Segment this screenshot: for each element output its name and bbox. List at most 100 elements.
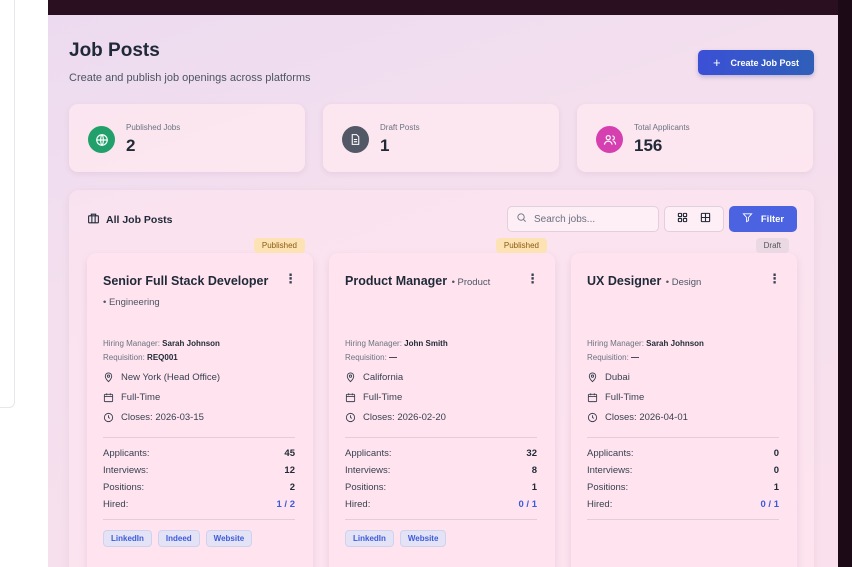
- applicants-row: Applicants: 45: [103, 448, 295, 459]
- stat-card-applicants: Total Applicants 156: [577, 104, 813, 172]
- job-card[interactable]: Published Senior Full Stack Developer • …: [87, 238, 313, 567]
- job-type: Full-Time: [103, 392, 160, 403]
- job-title: Product Manager • Product: [345, 271, 515, 293]
- platform-tag: Website: [205, 530, 253, 547]
- job-department: • Engineering: [103, 297, 160, 308]
- job-title-text: Senior Full Stack Developer: [103, 274, 269, 288]
- job-department: • Design: [665, 277, 702, 288]
- main-content: Job Posts Create and publish job opening…: [48, 0, 838, 567]
- positions-row: Positions: 1: [587, 482, 779, 493]
- stat-card-drafts: Draft Posts 1: [323, 104, 559, 172]
- platform-tag: LinkedIn: [103, 530, 152, 547]
- page-subtitle: Create and publish job openings across p…: [69, 72, 311, 84]
- stat-card-published: Published Jobs 2: [69, 104, 305, 172]
- window-edge: [838, 0, 852, 567]
- platform-tag: LinkedIn: [345, 530, 394, 547]
- platform-tag: Indeed: [157, 530, 200, 547]
- users-icon: [596, 126, 623, 153]
- calendar-icon: [103, 393, 114, 403]
- status-badge: Draft: [755, 238, 789, 253]
- hiring-manager: Hiring Manager: Sarah Johnson: [587, 339, 704, 348]
- job-title-text: UX Designer: [587, 274, 662, 288]
- globe-icon: [88, 126, 115, 153]
- list-title-text: All Job Posts: [106, 214, 173, 226]
- view-toggle: [664, 206, 724, 232]
- job-list-panel: All Job Posts Filter Published: [69, 190, 814, 567]
- job-title: Senior Full Stack Developer • Engineerin…: [103, 271, 273, 313]
- positions-row: Positions: 1: [345, 482, 537, 493]
- stat-label: Draft Posts: [380, 123, 420, 132]
- clock-icon: [587, 412, 598, 423]
- job-closing-date: Closes: 2026-04-01: [587, 412, 688, 423]
- job-card[interactable]: Draft UX Designer • Design ⋮ Hiring Mana…: [571, 238, 797, 567]
- clock-icon: [103, 412, 114, 423]
- list-title: All Job Posts: [87, 212, 173, 228]
- briefcase-icon: [87, 212, 100, 228]
- location-pin-icon: [104, 372, 113, 383]
- more-options-icon[interactable]: ⋮: [284, 271, 297, 287]
- stat-label: Published Jobs: [126, 123, 181, 132]
- hired-row: Hired: 1 / 2: [103, 499, 295, 510]
- side-panel: [0, 0, 15, 408]
- requisition: Requisition: REQ001: [103, 353, 178, 362]
- interviews-row: Interviews: 0: [587, 465, 779, 476]
- divider: [587, 519, 779, 520]
- location-pin-icon: [588, 372, 597, 383]
- divider: [103, 519, 295, 520]
- job-title: UX Designer • Design: [587, 271, 757, 293]
- job-department: • Product: [451, 277, 491, 288]
- applicants-row: Applicants: 32: [345, 448, 537, 459]
- plus-icon: +: [712, 55, 721, 70]
- job-closing-date: Closes: 2026-03-15: [103, 412, 204, 423]
- more-options-icon[interactable]: ⋮: [526, 271, 539, 287]
- divider: [345, 437, 537, 438]
- job-closing-date: Closes: 2026-02-20: [345, 412, 446, 423]
- document-icon: [342, 126, 369, 153]
- location-pin-icon: [346, 372, 355, 383]
- hiring-manager: Hiring Manager: John Smith: [345, 339, 448, 348]
- divider: [103, 437, 295, 438]
- status-badge: Published: [495, 238, 547, 253]
- page-title: Job Posts: [69, 40, 160, 61]
- job-card[interactable]: Published Product Manager • Product ⋮ Hi…: [329, 238, 555, 567]
- calendar-icon: [587, 393, 598, 403]
- hired-row: Hired: 0 / 1: [345, 499, 537, 510]
- create-job-post-label: Create Job Post: [730, 57, 800, 68]
- hiring-manager: Hiring Manager: Sarah Johnson: [103, 339, 220, 348]
- requisition: Requisition: —: [345, 353, 398, 362]
- requisition: Requisition: —: [587, 353, 640, 362]
- job-location: New York (Head Office): [103, 372, 220, 383]
- filter-icon: [742, 212, 753, 226]
- hired-row: Hired: 0 / 1: [587, 499, 779, 510]
- divider: [345, 519, 537, 520]
- calendar-icon: [345, 393, 356, 403]
- filter-button[interactable]: Filter: [729, 206, 797, 232]
- platform-tag: Website: [399, 530, 447, 547]
- job-location: Dubai: [587, 372, 630, 383]
- divider: [587, 437, 779, 438]
- stat-label: Total Applicants: [634, 123, 690, 132]
- top-bar: [48, 0, 838, 15]
- platform-tags: LinkedIn Website: [345, 530, 447, 547]
- positions-row: Positions: 2: [103, 482, 295, 493]
- applicants-row: Applicants: 0: [587, 448, 779, 459]
- more-options-icon[interactable]: ⋮: [768, 271, 781, 287]
- grid-view-icon[interactable]: [677, 210, 688, 228]
- table-view-icon[interactable]: [700, 210, 711, 228]
- search-box[interactable]: [507, 206, 659, 232]
- platform-tags: LinkedIn Indeed Website: [103, 530, 253, 547]
- stat-value: 2: [126, 136, 136, 155]
- create-job-post-button[interactable]: + Create Job Post: [698, 50, 814, 75]
- interviews-row: Interviews: 12: [103, 465, 295, 476]
- interviews-row: Interviews: 8: [345, 465, 537, 476]
- job-location: California: [345, 372, 403, 383]
- search-icon: [516, 210, 527, 228]
- job-type: Full-Time: [345, 392, 402, 403]
- clock-icon: [345, 412, 356, 423]
- filter-label: Filter: [760, 213, 785, 225]
- stat-value: 156: [634, 136, 663, 155]
- stat-value: 1: [380, 136, 390, 155]
- search-input[interactable]: [534, 213, 649, 225]
- job-type: Full-Time: [587, 392, 644, 403]
- job-title-text: Product Manager: [345, 274, 448, 288]
